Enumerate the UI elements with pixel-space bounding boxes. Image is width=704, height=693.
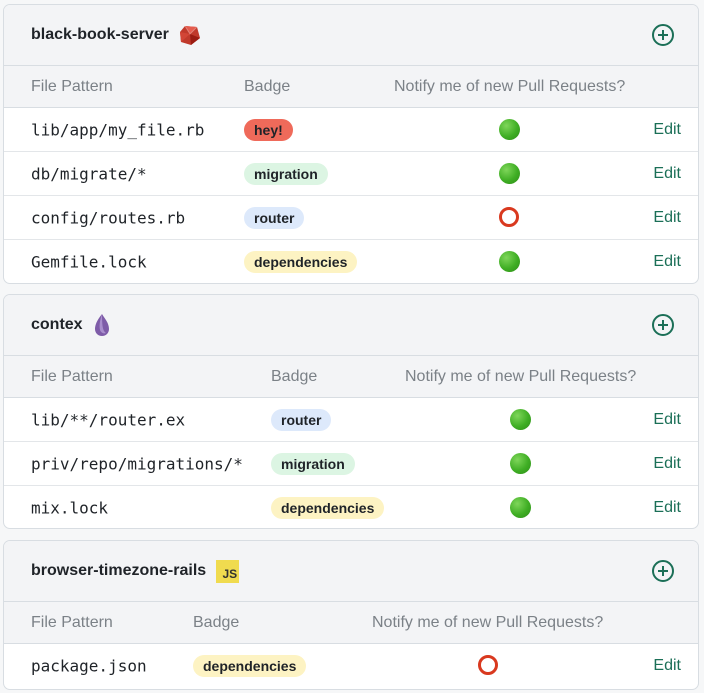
edit-link[interactable]: Edit [653,455,681,473]
column-badge: Badge [244,77,291,95]
column-notify: Notify me of new Pull Requests? [372,613,604,631]
column-file-pattern: File Pattern [31,367,113,385]
column-badge: Badge [271,367,318,385]
repo-card: black-book-server File Pattern Badge Not… [3,4,699,284]
file-pattern: package.json [31,656,147,676]
repo-card: browser-timezone-rails JS File Pattern B… [3,540,699,690]
repo-header: contex [4,295,698,355]
notify-on-icon[interactable] [510,452,532,475]
badge: hey! [244,118,293,141]
column-header-row: File Pattern Badge Notify me of new Pull… [4,65,698,108]
badge: dependencies [271,497,385,519]
notify-on-icon[interactable] [499,251,521,273]
plus-circle-icon [652,314,674,336]
notify-off-icon[interactable] [478,655,500,677]
edit-link[interactable]: Edit [653,165,681,183]
plus-circle-icon [652,24,674,46]
elixir-icon [93,313,111,337]
ruby-icon [179,24,201,46]
notify-on-icon[interactable] [510,408,532,431]
edit-link[interactable]: Edit [653,657,681,675]
repo-name: browser-timezone-rails [31,562,207,579]
file-pattern: priv/repo/migrations/* [31,454,243,473]
badge: router [244,206,305,229]
repo-header: black-book-server [4,5,698,65]
column-badge: Badge [193,613,240,631]
column-notify: Notify me of new Pull Requests? [405,367,637,385]
file-pattern: mix.lock [31,498,109,518]
file-pattern: config/routes.rb [31,208,186,227]
repo-header: browser-timezone-rails JS [4,541,698,601]
column-file-pattern: File Pattern [31,77,113,95]
badge: router [271,408,332,431]
plus-circle-icon [652,560,674,582]
badge: dependencies [193,655,307,677]
column-notify: Notify me of new Pull Requests? [394,77,626,95]
table-row: lib/**/router.ex router Edit [4,398,698,442]
notify-on-icon[interactable] [499,118,521,141]
file-pattern: db/migrate/* [31,164,147,183]
edit-link[interactable]: Edit [653,499,681,517]
edit-link[interactable]: Edit [653,253,681,271]
table-row: db/migrate/* migration Edit [4,152,698,196]
column-header-row: File Pattern Badge Notify me of new Pull… [4,355,698,398]
badge: migration [271,452,355,475]
file-pattern: lib/app/my_file.rb [31,120,205,139]
edit-link[interactable]: Edit [653,121,681,139]
notify-off-icon[interactable] [499,206,521,229]
notify-on-icon[interactable] [510,497,532,519]
notify-on-icon[interactable] [499,162,521,185]
column-file-pattern: File Pattern [31,613,113,631]
add-pattern-button[interactable] [651,313,675,337]
repo-card: contex File Pattern Badge Notify me of n… [3,294,699,529]
table-row: Gemfile.lock dependencies Edit [4,240,698,283]
table-row: config/routes.rb router Edit [4,196,698,240]
badge: dependencies [244,251,358,273]
table-row: priv/repo/migrations/* migration Edit [4,442,698,486]
file-pattern: lib/**/router.ex [31,410,186,429]
javascript-icon: JS [216,559,240,583]
add-pattern-button[interactable] [651,23,675,47]
file-pattern: Gemfile.lock [31,252,147,272]
repo-name: black-book-server [31,26,169,43]
column-header-row: File Pattern Badge Notify me of new Pull… [4,601,698,644]
table-row: lib/app/my_file.rb hey! Edit [4,108,698,152]
table-row: mix.lock dependencies Edit [4,486,698,528]
edit-link[interactable]: Edit [653,411,681,429]
edit-link[interactable]: Edit [653,209,681,227]
add-pattern-button[interactable] [651,559,675,583]
badge: migration [244,162,328,185]
table-row: package.json dependencies Edit [4,644,698,688]
repo-name: contex [31,316,83,333]
